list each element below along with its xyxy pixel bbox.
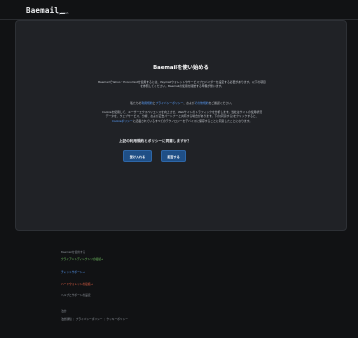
consent-question: 上記の利用規約とポリシーに同意しますか？: [119, 139, 191, 143]
arrow-right-icon: →: [82, 270, 85, 274]
reject-button[interactable]: 拒否する: [161, 150, 186, 162]
footer-legal-heading: 法的: [61, 309, 67, 313]
cookie-policy-link[interactable]: Cookieポリシー: [112, 119, 133, 123]
cookie-line-3: に記載されているすべてのテクノロジーをデバイスに保存することに同意したことになり…: [132, 118, 253, 123]
footer-heading: Baemailを使用する: [61, 250, 86, 254]
intro-line-2: を参照してください。Baemailの使用を開始する準備が整います。: [140, 84, 224, 89]
arrow-right-icon: →: [101, 257, 104, 261]
terms-text-post: をご確認ください。: [208, 101, 234, 105]
onboarding-card: Baemailを使い始める BaemailでYahoo・Economistを使用…: [15, 20, 347, 231]
logo-subtitle: by Dash: [57, 11, 69, 15]
arrow-right-icon: →: [90, 282, 93, 286]
other-terms-link[interactable]: その他規約: [195, 101, 209, 105]
cookie-policy-footer-link[interactable]: クッキーポリシー: [106, 317, 128, 321]
intro-paragraph: BaemailでYahoo・Economistを使用するには、Paymailウォ…: [74, 80, 290, 89]
footer-legal-links: 法的通知 | プライバシーポリシー | クッキーポリシー: [61, 317, 128, 321]
cookie-line-2: データを、ウェブサービス、分析、および広告パートナーと共有する場合があります。下…: [105, 114, 259, 119]
terms-paragraph: 私たちの利用規約とプライバシーポリシー、およびその他規約をご確認ください。: [74, 101, 290, 105]
cookie-paragraph: Cookieを使用して、ユーザーエクスペリエンスを向上させ、Webサイトのトラフ…: [74, 110, 290, 123]
accept-button[interactable]: 受け入れる: [123, 150, 152, 162]
footer-link-help-settings[interactable]: ヘルプとサポートの設定: [61, 293, 91, 297]
card-title: Baemailを使い始める: [153, 65, 209, 71]
footer-link-chat-support[interactable]: チャットサポート→: [61, 270, 85, 274]
logo-text: Baemail: [26, 6, 60, 15]
app-header: Baemail by Dash: [0, 0, 358, 20]
legal-notice-link[interactable]: 法的通知: [61, 317, 72, 321]
terms-text-pre: 私たちの: [130, 101, 142, 105]
intro-line-1: BaemailでYahoo・Economistを使用するには、Paymailウォ…: [98, 80, 266, 84]
footer-link-hardware-wallet[interactable]: ハードウォレットの接続→: [61, 282, 93, 286]
footer-link-chat-support-label: チャットサポート: [61, 270, 83, 274]
terms-text-mid2: 、および: [183, 101, 195, 105]
privacy-policy-footer-link[interactable]: プライバシーポリシー: [76, 317, 103, 321]
cookie-line-1: Cookieを使用して、ユーザーエクスペリエンスを向上させ、Webサイトのトラフ…: [101, 110, 263, 114]
link-separator: |: [103, 317, 105, 321]
footer-link-hardware-wallet-label: ハードウォレットの接続: [61, 282, 91, 286]
link-separator: |: [73, 317, 75, 321]
footer-link-client-directory[interactable]: クライアントディレクトリの接続→: [61, 257, 103, 261]
footer-link-client-directory-label: クライアントディレクトリの接続: [61, 257, 102, 261]
terms-link[interactable]: 利用規約: [141, 101, 152, 105]
privacy-policy-link[interactable]: プライバシーポリシー: [155, 101, 183, 105]
